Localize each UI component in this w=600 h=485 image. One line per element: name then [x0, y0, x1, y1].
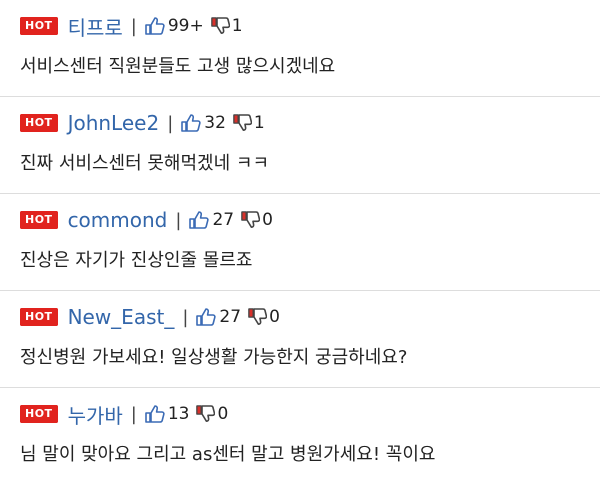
- thumbs-down-icon[interactable]: [232, 113, 252, 133]
- author-name[interactable]: 티프로: [68, 12, 123, 41]
- comment-meta: HOT 티프로 | 99+ 1: [20, 12, 580, 40]
- comment-item: HOT 티프로 | 99+ 1 서비스센터 직원분들도 고생 많으시겠네요: [0, 0, 600, 97]
- thumbs-down-icon[interactable]: [247, 307, 268, 327]
- comment-text: 정신병원 가보세요! 일상생활 가능한지 궁금하네요?: [20, 347, 408, 368]
- comment-meta: HOT 누가바 | 13 0: [20, 400, 580, 428]
- thumbs-up-icon[interactable]: [144, 16, 166, 36]
- comment-item: HOT JohnLee2 | 32 1 진짜 서비스센터 못해먹겠네 ㅋㅋ: [0, 97, 600, 194]
- author-name[interactable]: JohnLee2: [68, 111, 160, 135]
- thumbs-down-icon[interactable]: [210, 16, 230, 36]
- thumbs-up-icon[interactable]: [195, 307, 217, 327]
- comment-item: HOT 누가바 | 13 0 님 말이 맞아요 그리고 as센터 말고 병원가세…: [0, 388, 600, 485]
- hot-badge: HOT: [20, 17, 58, 35]
- comment-item: HOT New_East_ | 27 0 정신병원 가보세요! 일상생활 가능한…: [0, 291, 600, 388]
- comment-text: 진짜 서비스센터 못해먹겠네 ㅋㅋ: [20, 153, 270, 174]
- like-count: 13: [167, 404, 190, 424]
- thumbs-down-icon[interactable]: [195, 404, 216, 424]
- hot-badge: HOT: [20, 405, 58, 423]
- hot-badge: HOT: [20, 114, 58, 132]
- comment-text: 님 말이 맞아요 그리고 as센터 말고 병원가세요! 꼭이요: [20, 444, 436, 465]
- comment-text: 서비스센터 직원분들도 고생 많으시겠네요: [20, 56, 336, 77]
- author-name[interactable]: commond: [68, 208, 168, 232]
- meta-separator: |: [167, 112, 174, 134]
- like-count: 32: [204, 113, 226, 133]
- comment-list: HOT 티프로 | 99+ 1 서비스센터 직원분들도 고생 많으시겠네요 HO…: [0, 0, 600, 485]
- like-count: 99+: [167, 16, 204, 36]
- hot-badge: HOT: [20, 308, 58, 326]
- meta-separator: |: [175, 209, 182, 231]
- like-count: 27: [219, 307, 242, 327]
- comment-meta: HOT JohnLee2 | 32 1: [20, 109, 580, 137]
- thumbs-up-icon[interactable]: [180, 113, 202, 133]
- comment-item: HOT commond | 27 0 진상은 자기가 진상인줄 몰르죠: [0, 194, 600, 291]
- meta-separator: |: [182, 306, 189, 328]
- dislike-count: 0: [262, 210, 273, 230]
- dislike-count: 1: [231, 16, 243, 36]
- dislike-count: 0: [269, 307, 280, 327]
- meta-separator: |: [130, 15, 137, 37]
- author-name[interactable]: New_East_: [68, 305, 175, 329]
- comment-meta: HOT New_East_ | 27 0: [20, 303, 580, 331]
- thumbs-up-icon[interactable]: [188, 210, 210, 230]
- dislike-count: 1: [253, 113, 265, 133]
- meta-separator: |: [130, 403, 137, 425]
- comment-meta: HOT commond | 27 0: [20, 206, 580, 234]
- thumbs-up-icon[interactable]: [144, 404, 166, 424]
- comment-text: 진상은 자기가 진상인줄 몰르죠: [20, 250, 253, 271]
- author-name[interactable]: 누가바: [68, 400, 123, 429]
- thumbs-down-icon[interactable]: [240, 210, 261, 230]
- like-count: 27: [212, 210, 235, 230]
- dislike-count: 0: [217, 404, 229, 424]
- hot-badge: HOT: [20, 211, 58, 229]
